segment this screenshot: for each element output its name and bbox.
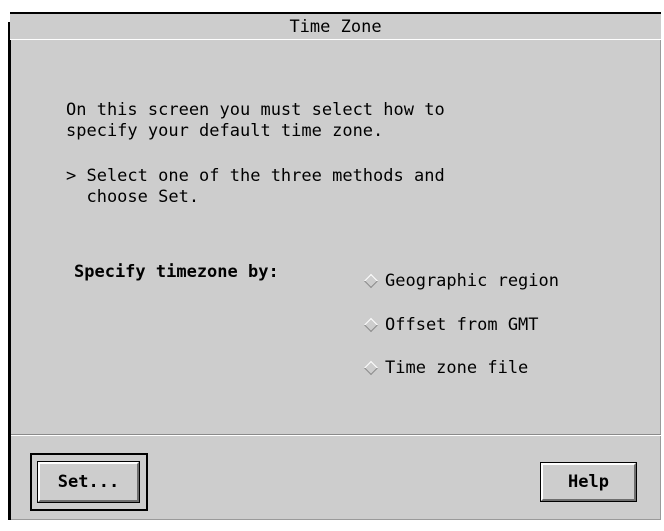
title-bar[interactable]: Time Zone [10, 12, 661, 40]
instruction-line-2: specify your default time zone. [66, 121, 384, 141]
radio-offset-from-gmt[interactable]: Offset from GMT [362, 315, 622, 337]
radio-time-zone-file-label: Time zone file [385, 358, 529, 378]
radio-diamond-icon [363, 317, 379, 333]
radio-diamond-icon [363, 273, 379, 289]
radio-time-zone-file[interactable]: Time zone file [362, 358, 622, 380]
help-button[interactable]: Help [540, 462, 637, 502]
window-title: Time Zone [289, 17, 382, 37]
instruction-bullet-line-1: > Select one of the three methods and [66, 166, 445, 186]
radio-offset-from-gmt-label: Offset from GMT [385, 315, 539, 335]
set-button[interactable]: Set... [37, 461, 140, 503]
time-zone-dialog: Time Zone On this screen you must select… [0, 0, 664, 531]
radio-diamond-icon [363, 360, 379, 376]
radio-geographic-region[interactable]: Geographic region [362, 271, 622, 293]
instruction-bullet-line-2: choose Set. [66, 187, 200, 207]
main-panel: On this screen you must select how to sp… [11, 40, 661, 435]
radio-geographic-region-label: Geographic region [385, 271, 559, 291]
instruction-line-1: On this screen you must select how to [66, 100, 445, 120]
timezone-method-label: Specify timezone by: [74, 262, 279, 282]
